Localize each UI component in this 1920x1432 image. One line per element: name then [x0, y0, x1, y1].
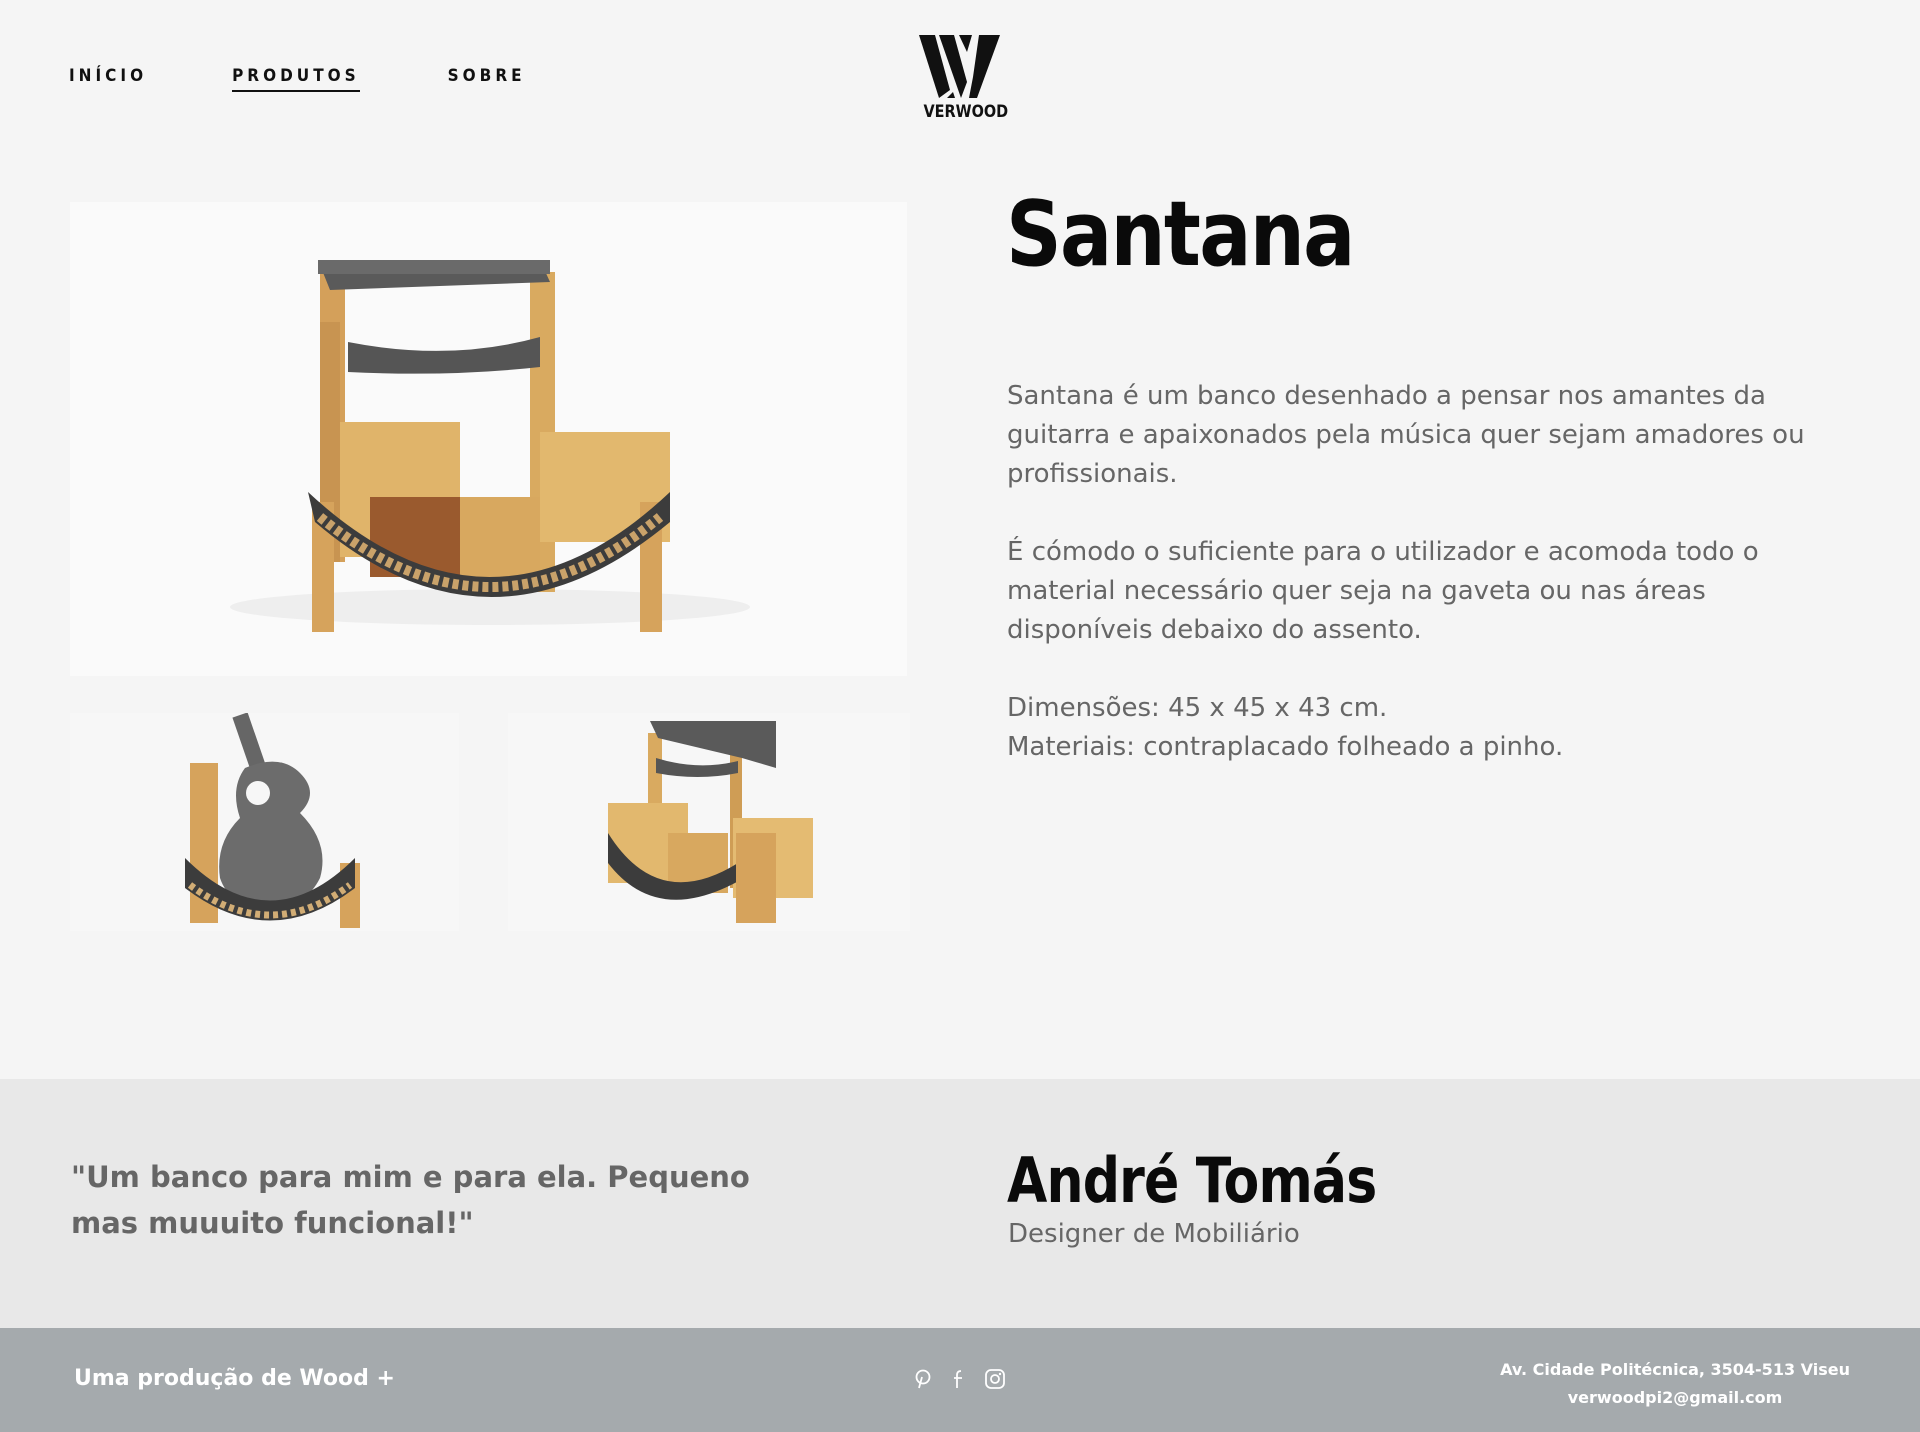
testimonial-role: Designer de Mobiliário [1008, 1219, 1300, 1249]
nav-item-produtos[interactable]: PRODUTOS [232, 66, 360, 92]
product-dimensions: Dimensões: 45 x 45 x 43 cm. [1007, 693, 1388, 723]
footer-credit: Uma produção de Wood + [74, 1366, 395, 1391]
footer-email[interactable]: verwoodpi2@gmail.com [1500, 1384, 1850, 1412]
facebook-icon[interactable] [948, 1368, 970, 1390]
brand-logo[interactable]: VERWOOD [917, 32, 1009, 124]
product-paragraph: É cómodo o suficiente para o utilizador … [1007, 537, 1759, 645]
product-main-image[interactable] [70, 202, 907, 676]
brand-name: VERWOOD [923, 102, 1009, 122]
testimonial-section: "Um banco para mim e para ela. Pequeno m… [0, 1079, 1920, 1328]
testimonial-quote: "Um banco para mim e para ela. Pequeno m… [71, 1160, 750, 1240]
nav-item-inicio[interactable]: INÍCIO [69, 66, 147, 92]
product-materials: Materiais: contraplacado folheado a pinh… [1007, 732, 1564, 762]
pinterest-icon[interactable] [912, 1368, 934, 1390]
social-links [912, 1368, 1006, 1390]
verwood-w-icon [919, 35, 1000, 98]
footer-address: Av. Cidade Politécnica, 3504-513 Viseu [1500, 1360, 1850, 1379]
product-paragraph: Santana é um banco desenhado a pensar no… [1007, 381, 1805, 489]
testimonial-author: André Tomás [1007, 1144, 1377, 1217]
main-nav: INÍCIO PRODUTOS SOBRE [69, 66, 526, 92]
product-description: Santana é um banco desenhado a pensar no… [1007, 377, 1847, 767]
site-footer: Uma produção de Wood + Av. Cidade Polité… [0, 1328, 1920, 1432]
product-thumbnail-angle[interactable] [508, 713, 910, 931]
nav-item-sobre[interactable]: SOBRE [448, 66, 526, 92]
instagram-icon[interactable] [984, 1368, 1006, 1390]
site-header: INÍCIO PRODUTOS SOBRE VERWOOD [0, 0, 1920, 150]
product-title: Santana [1006, 182, 1355, 287]
product-thumbnail-guitar[interactable] [70, 713, 459, 931]
footer-contact: Av. Cidade Politécnica, 3504-513 Viseu v… [1500, 1356, 1850, 1412]
